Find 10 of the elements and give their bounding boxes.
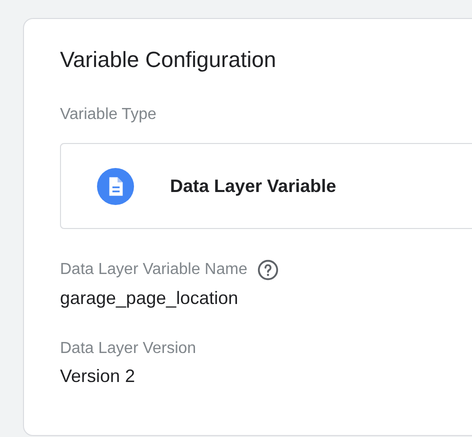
- variable-type-card[interactable]: Data Layer Variable: [60, 143, 472, 229]
- field-label: Data Layer Variable Name: [60, 260, 248, 280]
- field-label: Variable Type: [60, 105, 158, 125]
- document-icon: [97, 168, 134, 204]
- variable-type-name: Data Layer Variable: [170, 176, 336, 196]
- field-value: Version 2: [60, 365, 136, 388]
- card-title: Variable Configuration: [60, 46, 278, 74]
- field-label: Data Layer Version: [60, 339, 196, 359]
- help-icon[interactable]: [257, 259, 280, 281]
- field-value: garage_page_location: [60, 287, 238, 310]
